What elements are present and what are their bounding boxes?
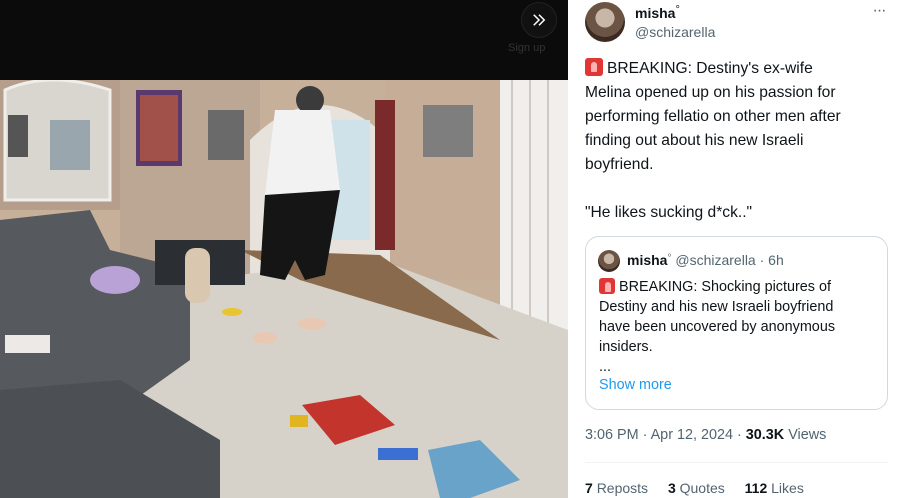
tweet-line: finding out about his new Israeli: [585, 132, 804, 149]
more-options-icon[interactable]: ···: [868, 2, 890, 22]
reposts-count: 7: [585, 480, 593, 496]
quotes-stat[interactable]: 3 Quotes: [668, 480, 725, 496]
tweet-line: "He likes sucking d*ck..": [585, 204, 753, 221]
quote-avatar: [598, 250, 620, 272]
tweet-stats: 7 Reposts 3 Quotes 112 Likes: [585, 480, 820, 496]
quote-text: BREAKING: Shocking pictures of Destiny a…: [599, 277, 879, 377]
tweet-timestamp[interactable]: 3:06 PM · Apr 12, 2024 ·: [585, 427, 742, 443]
likes-count: 112: [744, 480, 768, 496]
views-count: 30.3K: [745, 427, 785, 443]
media-viewer[interactable]: Sign up: [0, 0, 568, 498]
author-name-text: misha: [635, 5, 676, 21]
likes-stat[interactable]: 112 Likes: [745, 480, 804, 496]
quote-author-handle: @schizarella: [675, 252, 756, 268]
quote-author-name: misha: [627, 252, 668, 268]
quote-time: · 6h: [759, 252, 784, 268]
show-more-link[interactable]: Show more: [599, 377, 672, 393]
double-chevron-right-icon: [533, 14, 546, 26]
tweet-line: performing fellatio on other men after: [585, 108, 841, 125]
divider: [585, 462, 888, 463]
quotes-label: Quotes: [679, 480, 725, 496]
siren-icon: [599, 278, 615, 294]
tweet-line: boyfriend.: [585, 156, 654, 173]
quotes-count: 3: [667, 480, 676, 496]
tweet-panel: misha° @schizarella ··· BREAKING: Destin…: [568, 0, 908, 498]
ghost-text: Sign up: [508, 42, 546, 54]
views-label: Views: [788, 427, 827, 443]
expand-button[interactable]: [521, 2, 557, 38]
tweet-meta: 3:06 PM · Apr 12, 2024 · 30.3K Views: [585, 427, 826, 443]
quote-header: misha° @schizarella · 6h: [627, 252, 784, 268]
video-frame: [0, 80, 568, 498]
tweet-line: Melina opened up on his passion for: [585, 84, 836, 101]
tweet-line: BREAKING: Destiny's ex-wife: [607, 60, 813, 77]
likes-label: Likes: [771, 480, 804, 496]
author-name[interactable]: misha°: [635, 4, 680, 21]
author-handle[interactable]: @schizarella: [635, 24, 715, 40]
quoted-tweet[interactable]: misha° @schizarella · 6h BREAKING: Shock…: [585, 236, 888, 410]
reposts-label: Reposts: [596, 480, 649, 496]
siren-icon: [585, 58, 603, 76]
reposts-stat[interactable]: 7 Reposts: [585, 480, 648, 496]
tweet-text: BREAKING: Destiny's ex-wife Melina opene…: [585, 57, 895, 225]
author-badge: °: [675, 4, 680, 16]
avatar[interactable]: [585, 2, 625, 42]
quote-text-body: BREAKING: Shocking pictures of Destiny a…: [599, 279, 836, 375]
quote-author-badge: °: [667, 253, 672, 264]
media-topbar: Sign up: [0, 0, 568, 80]
